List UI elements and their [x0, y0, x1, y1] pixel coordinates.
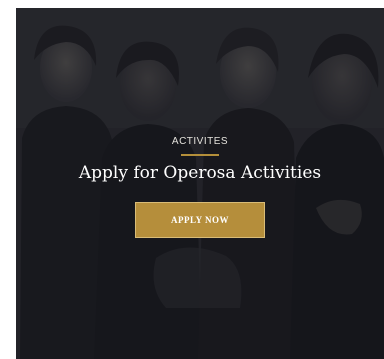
hero-content: ACTIVITES Apply for Operosa Activities A…	[16, 136, 384, 238]
eyebrow-underline	[181, 154, 219, 156]
eyebrow-label: ACTIVITES	[171, 136, 229, 147]
apply-now-button[interactable]: APPLY NOW	[135, 202, 265, 238]
page: ACTIVITES Apply for Operosa Activities A…	[0, 0, 384, 359]
activities-hero-banner: ACTIVITES Apply for Operosa Activities A…	[16, 8, 384, 359]
hero-title: Apply for Operosa Activities	[78, 163, 322, 183]
